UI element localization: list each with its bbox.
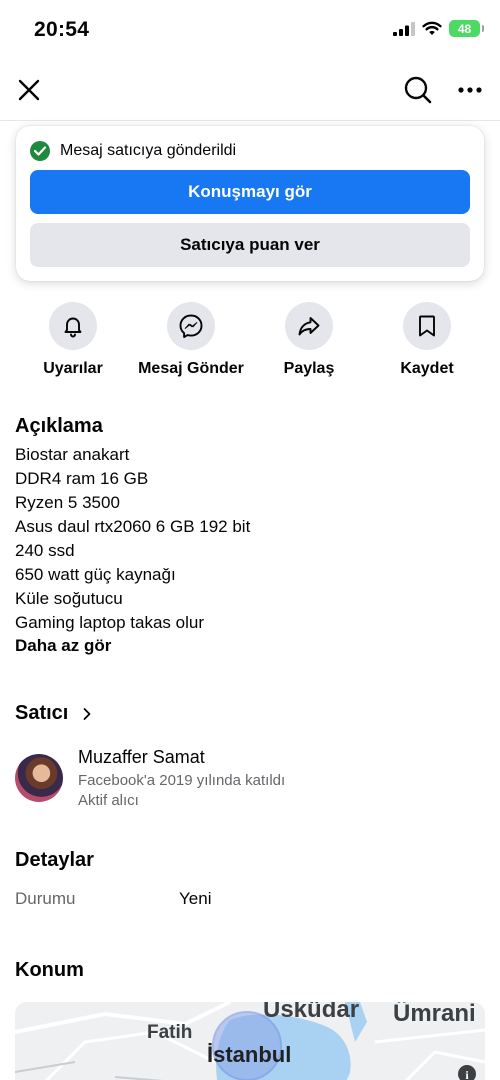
alerts-label: Uyarılar [43,360,103,377]
description-line: Ryzen 5 3500 [15,493,120,512]
message-sent-text: Mesaj satıcıya gönderildi [60,142,237,159]
description-title: Açıklama [15,415,103,437]
save-label: Kaydet [400,360,454,377]
description-line: Biostar anakart [15,445,130,464]
see-less-link[interactable]: Daha az gör [15,636,111,656]
description-line: Gaming laptop takas olur [15,613,204,632]
close-button[interactable] [11,72,47,108]
battery-level: 48 [457,21,472,36]
send-message-label: Mesaj Gönder [138,360,244,377]
location-map[interactable]: i Üsküdar Ümrani Fatih İstanbul [15,1002,485,1080]
bookmark-icon [419,315,435,337]
status-bar: 20:54 48 [0,0,500,60]
wifi-icon [422,21,442,35]
nav-divider [0,120,500,121]
rate-seller-button[interactable]: Satıcıya puan ver [30,223,470,267]
seller-badge: Aktif alıcı [78,792,139,809]
description-line: Asus daul rtx2060 6 GB 192 bit [15,517,251,536]
description-text: Biostar anakart DDR4 ram 16 GB Ryzen 5 3… [15,443,250,635]
share-action[interactable]: Paylaş [249,302,369,378]
map-label-istanbul: İstanbul [207,1042,292,1067]
top-nav [0,64,500,116]
alerts-action[interactable]: Uyarılar [13,302,133,378]
chevron-right-icon [83,707,91,720]
send-message-button[interactable] [167,302,215,350]
messenger-icon [179,314,203,338]
share-button[interactable] [285,302,333,350]
share-label: Paylaş [283,360,335,377]
condition-label: Durumu [15,889,76,908]
more-options-button[interactable] [452,72,488,108]
alerts-button[interactable] [49,302,97,350]
description-line: DDR4 ram 16 GB [15,469,149,488]
status-time: 20:54 [34,18,90,41]
save-action[interactable]: Kaydet [367,302,487,378]
signal-icon [393,21,415,36]
location-title: Konum [15,959,84,981]
avatar[interactable] [15,754,63,802]
seller-profile[interactable]: Muzaffer Samat Facebook'a 2019 yılında k… [15,744,485,814]
send-message-action[interactable]: Mesaj Gönder [131,302,251,378]
check-circle-icon [30,141,50,161]
map-label-fatih: Fatih [147,1022,193,1043]
share-icon [298,317,320,336]
search-button[interactable] [400,72,436,108]
search-icon [404,76,432,104]
description-line: 650 watt güç kaynağı [15,565,176,584]
seller-title: Satıcı [15,702,69,724]
battery-icon: 48 [449,20,484,37]
map-label-uskudar: Üsküdar [263,1002,360,1023]
see-conversation-button[interactable]: Konuşmayı gör [30,170,470,214]
condition-value: Yeni [179,889,212,908]
seller-name: Muzaffer Samat [78,747,205,767]
description-line: 240 ssd [15,541,75,560]
status-icons: 48 [393,20,484,37]
seller-section-header[interactable]: Satıcı [15,702,92,725]
more-icon [458,87,482,93]
message-sent-card: Mesaj satıcıya gönderildi Konuşmayı gör … [16,126,484,281]
bell-icon [64,317,82,338]
seller-joined: Facebook'a 2019 yılında katıldı [78,772,286,789]
action-bar: Uyarılar Mesaj Gönder Paylaş Kaydet [0,302,500,382]
message-sent-status: Mesaj satıcıya gönderildi [30,141,236,161]
map-label-umraniye: Ümrani [393,1002,476,1027]
description-line: Küle soğutucu [15,589,123,608]
save-button[interactable] [403,302,451,350]
close-icon [18,79,40,101]
details-title: Detaylar [15,849,94,871]
